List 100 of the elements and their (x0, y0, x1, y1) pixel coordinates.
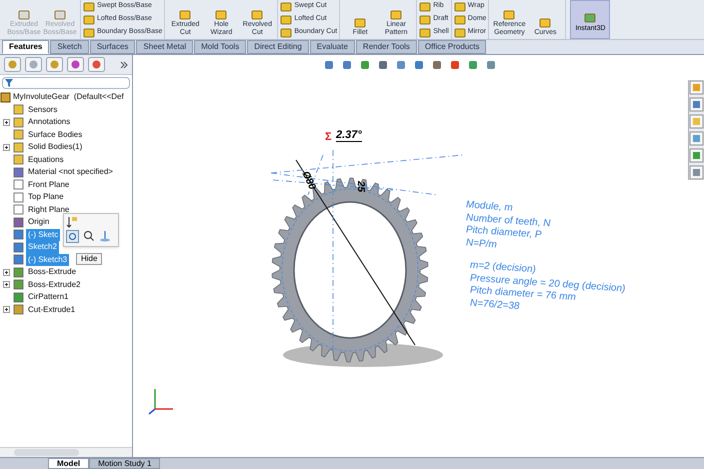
feature-icon (215, 9, 228, 21)
task-pane-icon[interactable] (689, 165, 704, 180)
feature-icon (251, 9, 264, 21)
feature-icon (419, 0, 432, 12)
expand-icon[interactable] (3, 268, 10, 276)
panel-tab-icon[interactable] (67, 57, 84, 72)
view-tool-icon[interactable] (449, 59, 461, 71)
feature-icon (419, 26, 432, 38)
scroll-bar[interactable] (0, 447, 132, 457)
tree-item[interactable]: Surface Bodies (26, 128, 84, 141)
expand-icon[interactable] (3, 306, 10, 314)
sketch-note: N=76/2=38 (470, 297, 520, 314)
filter-field[interactable] (2, 77, 130, 89)
feature-icon (539, 17, 552, 29)
panel-tab-icon[interactable] (46, 57, 63, 72)
feature-icon (83, 0, 95, 12)
tree-item[interactable]: Boss-Extrude (26, 266, 78, 278)
model-tab[interactable]: Model (48, 458, 90, 469)
feature-icon (13, 179, 24, 190)
sketch-note: N=P/m (466, 236, 497, 252)
tree-item[interactable]: Origin (26, 216, 52, 228)
command-tab[interactable]: Surfaces (90, 40, 136, 54)
tree-item[interactable]: Front Plane (26, 178, 72, 191)
tree-item[interactable]: Cut-Extrude1 (26, 304, 78, 316)
tree-item[interactable]: CirPattern1 (26, 291, 70, 304)
task-pane-icon[interactable] (689, 148, 704, 163)
tree-item[interactable]: Equations (26, 154, 66, 166)
part-icon (0, 92, 11, 103)
panel-tab-icon[interactable] (25, 57, 42, 72)
task-pane-icon[interactable] (689, 97, 704, 112)
view-tool-icon[interactable] (323, 59, 335, 71)
feature-icon (13, 204, 24, 216)
feature-icon (13, 266, 24, 278)
feature-icon (18, 9, 30, 21)
feature-icon (13, 142, 24, 153)
sigma-symbol: Σ (325, 130, 332, 145)
command-tab[interactable]: Evaluate (310, 40, 355, 54)
command-tab[interactable]: Office Products (418, 40, 486, 54)
command-tab[interactable]: Features (2, 40, 50, 54)
feature-icon (13, 104, 24, 116)
panel-tab-icon[interactable] (88, 57, 105, 72)
feature-icon (390, 9, 402, 21)
command-tab[interactable]: Sketch (50, 40, 89, 54)
expand-icon[interactable] (3, 118, 10, 126)
feature-icon (13, 192, 24, 203)
expand-icon[interactable] (3, 144, 10, 151)
tree-item[interactable]: Right Plane (26, 204, 72, 216)
task-pane-icon[interactable] (689, 131, 704, 146)
feature-icon (54, 9, 66, 21)
feature-icon (280, 0, 292, 12)
feature-icon (83, 26, 95, 38)
command-tab[interactable]: Mold Tools (194, 40, 246, 54)
feature-icon (584, 12, 596, 24)
command-tab[interactable]: Render Tools (356, 40, 417, 54)
feature-icon (13, 166, 24, 178)
tree-item[interactable]: Sensors (26, 104, 60, 116)
view-tool-icon[interactable] (467, 59, 479, 71)
view-tool-icon[interactable] (413, 59, 425, 71)
feature-icon (454, 26, 466, 38)
tree-item[interactable]: Boss-Extrude2 (26, 278, 82, 291)
command-tab[interactable]: Sheet Metal (136, 40, 194, 54)
feature-icon (280, 14, 292, 26)
view-tool-icon[interactable] (359, 59, 371, 71)
view-tool-icon[interactable] (395, 59, 407, 71)
tooltip: Hide (76, 253, 102, 265)
feature-icon (419, 14, 432, 26)
width-dimension: 25 (354, 180, 368, 192)
task-pane-icon[interactable] (689, 114, 704, 129)
view-tool-icon[interactable] (377, 59, 389, 71)
task-pane-icon[interactable] (689, 80, 704, 95)
feature-icon (13, 292, 24, 303)
model-tab[interactable]: Motion Study 1 (89, 458, 160, 469)
panel-tab-icon[interactable] (4, 57, 21, 72)
tree-item[interactable]: Top Plane (26, 191, 66, 204)
feature-icon (13, 154, 24, 166)
sketch-note: m=2 (decision) (470, 260, 537, 276)
feature-icon (454, 14, 466, 26)
sort-icon[interactable] (66, 216, 78, 228)
command-tab[interactable]: Direct Editing (247, 40, 309, 54)
chevron-right-icon[interactable] (120, 60, 128, 68)
feature-icon (454, 0, 466, 12)
tree-item[interactable]: Material <not specified> (26, 166, 115, 178)
feature-icon (503, 9, 516, 21)
feature-icon (13, 242, 24, 253)
feature-icon (13, 216, 24, 228)
view-tool-icon[interactable] (431, 59, 443, 71)
feature-icon (179, 9, 192, 21)
feature-icon (354, 17, 366, 29)
feature-icon (280, 26, 292, 38)
angle-dimension: 2.37° (336, 129, 362, 142)
zoom-icon[interactable] (83, 230, 95, 242)
hide-icon[interactable] (66, 230, 79, 243)
tree-item[interactable]: Solid Bodies(1) (26, 141, 84, 154)
tree-item[interactable]: Annotations (26, 116, 72, 128)
expand-icon[interactable] (3, 281, 10, 288)
feature-icon (13, 279, 24, 290)
view-tool-icon[interactable] (485, 59, 497, 71)
tree-root-label[interactable]: MyInvoluteGear (Default<<Def (13, 91, 124, 104)
view-tool-icon[interactable] (341, 59, 353, 71)
normal-to-icon[interactable] (99, 230, 111, 242)
